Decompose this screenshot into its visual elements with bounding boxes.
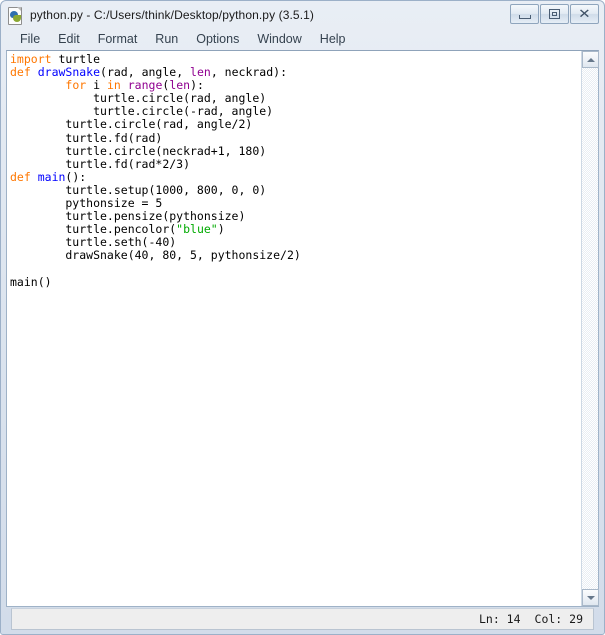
menu-item-edit[interactable]: Edit (49, 30, 89, 49)
editor-frame: import turtle def drawSnake(rad, angle, … (6, 50, 599, 607)
menu-item-help[interactable]: Help (311, 30, 355, 49)
client-area: import turtle def drawSnake(rad, angle, … (6, 50, 599, 634)
status-bar: Ln: 14 Col: 29 (11, 608, 594, 630)
close-icon: ✕ (578, 6, 591, 22)
title-bar[interactable]: python.py - C:/Users/think/Desktop/pytho… (1, 1, 604, 29)
status-line-indicator: Ln: 14 (478, 612, 521, 626)
minimize-button[interactable] (510, 4, 539, 24)
scroll-down-arrow[interactable] (582, 589, 599, 606)
restore-button[interactable] (540, 4, 569, 24)
chevron-up-icon (586, 57, 595, 62)
menu-item-file[interactable]: File (11, 30, 49, 49)
menu-item-format[interactable]: Format (89, 30, 147, 49)
idle-editor-window: python.py - C:/Users/think/Desktop/pytho… (0, 0, 605, 635)
restore-icon (549, 9, 560, 19)
menu-item-window[interactable]: Window (248, 30, 310, 49)
minimize-icon (518, 14, 531, 19)
menu-bar: File Edit Format Run Options Window Help (1, 29, 604, 50)
menu-item-options[interactable]: Options (187, 30, 248, 49)
scroll-up-arrow[interactable] (582, 51, 599, 68)
code-text-area[interactable]: import turtle def drawSnake(rad, angle, … (7, 51, 581, 606)
chevron-down-icon (586, 595, 595, 600)
window-title: python.py - C:/Users/think/Desktop/pytho… (30, 8, 314, 22)
python-file-icon (7, 6, 24, 25)
window-controls: ✕ (510, 4, 599, 24)
close-button[interactable]: ✕ (570, 4, 599, 24)
menu-item-run[interactable]: Run (146, 30, 187, 49)
source-code: import turtle def drawSnake(rad, angle, … (10, 52, 301, 289)
status-column-indicator: Col: 29 (534, 612, 583, 626)
vertical-scrollbar[interactable] (581, 51, 599, 606)
